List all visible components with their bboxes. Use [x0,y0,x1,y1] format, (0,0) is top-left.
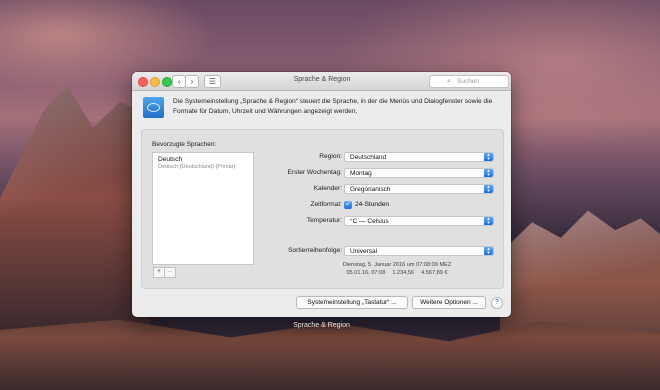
popup-arrows-icon: ▴ ▾ [484,153,493,162]
forward-button[interactable]: › [185,75,199,88]
remove-language-button[interactable]: – [165,267,176,278]
calendar-label: Kalender: [313,185,342,192]
advanced-options-button[interactable]: Weitere Optionen ... [412,296,486,309]
preview-number: 1.234,56 [392,270,415,276]
popup-arrows-icon: ▴ ▾ [484,169,493,178]
temperature-label: Temperatur: [306,217,342,224]
temperature-row: Temperatur: °C — Celsius ▴ ▾ [255,216,495,226]
back-button[interactable]: ‹ [172,75,186,88]
sort-order-value: Universal [350,248,378,255]
temperature-value: °C — Celsius [350,218,389,225]
preferences-window: ‹ › ☰ Sprache & Region ⌕ Suchen Die Syst… [132,72,511,317]
popup-arrows-icon: ▴ ▾ [484,217,493,226]
titlebar: ‹ › ☰ Sprache & Region ⌕ Suchen [132,72,511,91]
sort-order-row: Sortierreihenfolge: Universal ▴ ▾ [255,246,495,256]
language-item-name[interactable]: Deutsch [158,156,182,163]
intro-text: Die Systemeinstellung „Sprache & Region“… [173,98,493,115]
help-button[interactable]: ? [491,297,503,309]
dock-app-label: Sprache & Region [293,322,350,329]
calendar-popup[interactable]: Gregorianisch ▴ ▾ [344,184,494,194]
region-row: Region: Deutschland ▴ ▾ [255,152,495,162]
flag-globe-icon [143,97,164,118]
preview-long-date: Dienstag, 5. Januar 2016 um 07:08:09 MEZ [342,262,452,268]
minimize-button[interactable] [150,77,160,87]
24-hour-label: 24-Stunden [355,201,390,208]
show-all-button[interactable]: ☰ [204,75,221,88]
first-weekday-label: Erster Wochentag: [287,169,343,176]
search-icon: ⌕ [447,78,451,85]
preferred-languages-title: Bevorzugte Sprachen: [152,141,217,148]
keyboard-preferences-button[interactable]: Systemeinstellung „Tastatur“ ... [296,296,408,309]
language-item-subtitle: Deutsch (Deutschland) (Primär) [158,164,236,170]
format-preview: Dienstag, 5. Januar 2016 um 07:08:09 MEZ… [317,261,477,277]
calendar-value: Gregorianisch [350,186,391,193]
sort-order-label: Sortierreihenfolge: [288,247,342,254]
close-button[interactable] [138,77,148,87]
time-format-label: Zeitformat: [310,201,342,208]
add-remove-control: + – [153,267,176,278]
first-weekday-popup[interactable]: Montag ▴ ▾ [344,168,494,178]
temperature-popup[interactable]: °C — Celsius ▴ ▾ [344,216,494,226]
region-popup[interactable]: Deutschland ▴ ▾ [344,152,494,162]
region-label: Region: [319,153,342,160]
calendar-row: Kalender: Gregorianisch ▴ ▾ [255,184,495,194]
search-placeholder: Suchen [457,78,480,85]
first-weekday-row: Erster Wochentag: Montag ▴ ▾ [255,168,495,178]
preview-short-date: 05.01.16, 07:08 [346,270,386,276]
time-format-row: Zeitformat: ✓ 24-Stunden [255,200,495,210]
window-title: Sprache & Region [293,76,351,83]
add-language-button[interactable]: + [153,267,165,278]
first-weekday-value: Montag [350,170,372,177]
search-field[interactable]: ⌕ Suchen [429,75,509,88]
popup-arrows-icon: ▴ ▾ [484,185,493,194]
popup-arrows-icon: ▴ ▾ [484,247,493,256]
preview-currency: 4.567,89 € [421,270,448,276]
language-list[interactable]: Deutsch Deutsch (Deutschland) (Primär) [152,152,254,265]
24-hour-checkbox[interactable]: ✓ [344,201,352,209]
region-value: Deutschland [350,154,387,161]
sort-order-popup[interactable]: Universal ▴ ▾ [344,246,494,256]
zoom-button[interactable] [162,77,172,87]
preview-short-row: 05.01.16, 07:08 1.234,56 4.567,89 € [317,269,477,277]
